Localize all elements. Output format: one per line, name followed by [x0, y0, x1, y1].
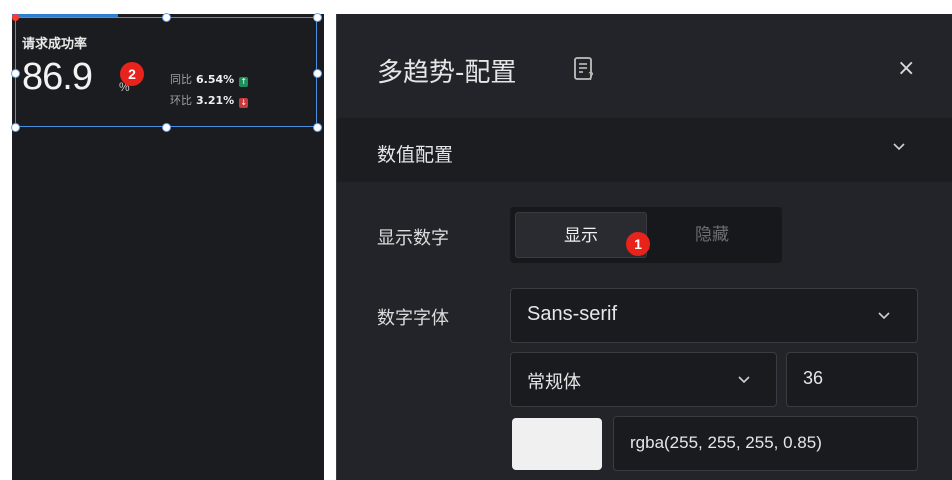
step-badge-1: 1 [626, 232, 650, 256]
yoy-value: 6.54% [196, 73, 235, 86]
resize-handle-bottom-right[interactable] [314, 124, 321, 131]
font-style-value: 常规体 [527, 372, 581, 393]
section-number-config[interactable]: 数值配置 [337, 118, 952, 182]
widget-value: 86.9 [22, 56, 93, 98]
chevron-down-icon [878, 312, 890, 320]
multi-trend-widget[interactable]: 请求成功率 86.9 % 同比 6.54% ↑ 环比 3.21% ↓ 2 [12, 14, 321, 131]
mom-compare: 环比 3.21% ↓ [170, 92, 249, 108]
font-style-select[interactable]: 常规体 [510, 352, 777, 407]
close-icon[interactable]: × [897, 56, 915, 81]
color-value: rgba(255, 255, 255, 0.85) [630, 433, 822, 452]
widget-title: 请求成功率 [22, 37, 88, 52]
doc-question-icon[interactable]: ? [573, 56, 597, 82]
arrow-down-icon: ↓ [239, 98, 249, 108]
step-badge-2: 2 [120, 62, 144, 86]
chevron-down-icon [738, 376, 750, 384]
resize-handle-top-left[interactable] [12, 14, 19, 21]
config-panel: 多趋势-配置 ? × 数值配置 显示数字 显示 隐藏 1 数字字体 Sans-s… [336, 14, 952, 480]
font-size-input[interactable]: 36 [786, 352, 918, 407]
resize-handle-bottom[interactable] [163, 124, 170, 131]
mom-label: 环比 [170, 94, 192, 107]
yoy-compare: 同比 6.54% ↑ [170, 71, 249, 87]
font-family-select[interactable]: Sans-serif [510, 288, 918, 343]
show-number-label: 显示数字 [377, 228, 449, 249]
svg-text:?: ? [588, 70, 594, 82]
show-option-button[interactable]: 显示 [515, 212, 647, 258]
font-size-value: 36 [803, 368, 824, 388]
section-title: 数值配置 [377, 144, 454, 166]
resize-handle-left[interactable] [12, 70, 19, 77]
yoy-label: 同比 [170, 73, 192, 86]
resize-handle-right[interactable] [314, 70, 321, 77]
arrow-up-icon: ↑ [239, 77, 249, 87]
resize-handle-bottom-left[interactable] [12, 124, 19, 131]
resize-handle-top[interactable] [163, 14, 170, 21]
panel-header: 多趋势-配置 ? × [337, 14, 952, 118]
color-swatch[interactable] [512, 418, 602, 470]
resize-handle-top-right[interactable] [314, 14, 321, 21]
hide-option-button[interactable]: 隐藏 [646, 212, 778, 258]
color-input[interactable]: rgba(255, 255, 255, 0.85) [613, 416, 918, 471]
mom-value: 3.21% [196, 94, 235, 107]
font-label: 数字字体 [377, 308, 449, 329]
panel-title: 多趋势-配置 [377, 58, 517, 88]
font-family-value: Sans-serif [527, 303, 618, 325]
editor-canvas: 请求成功率 86.9 % 同比 6.54% ↑ 环比 3.21% ↓ 2 [12, 14, 324, 480]
chevron-down-icon [893, 143, 905, 151]
